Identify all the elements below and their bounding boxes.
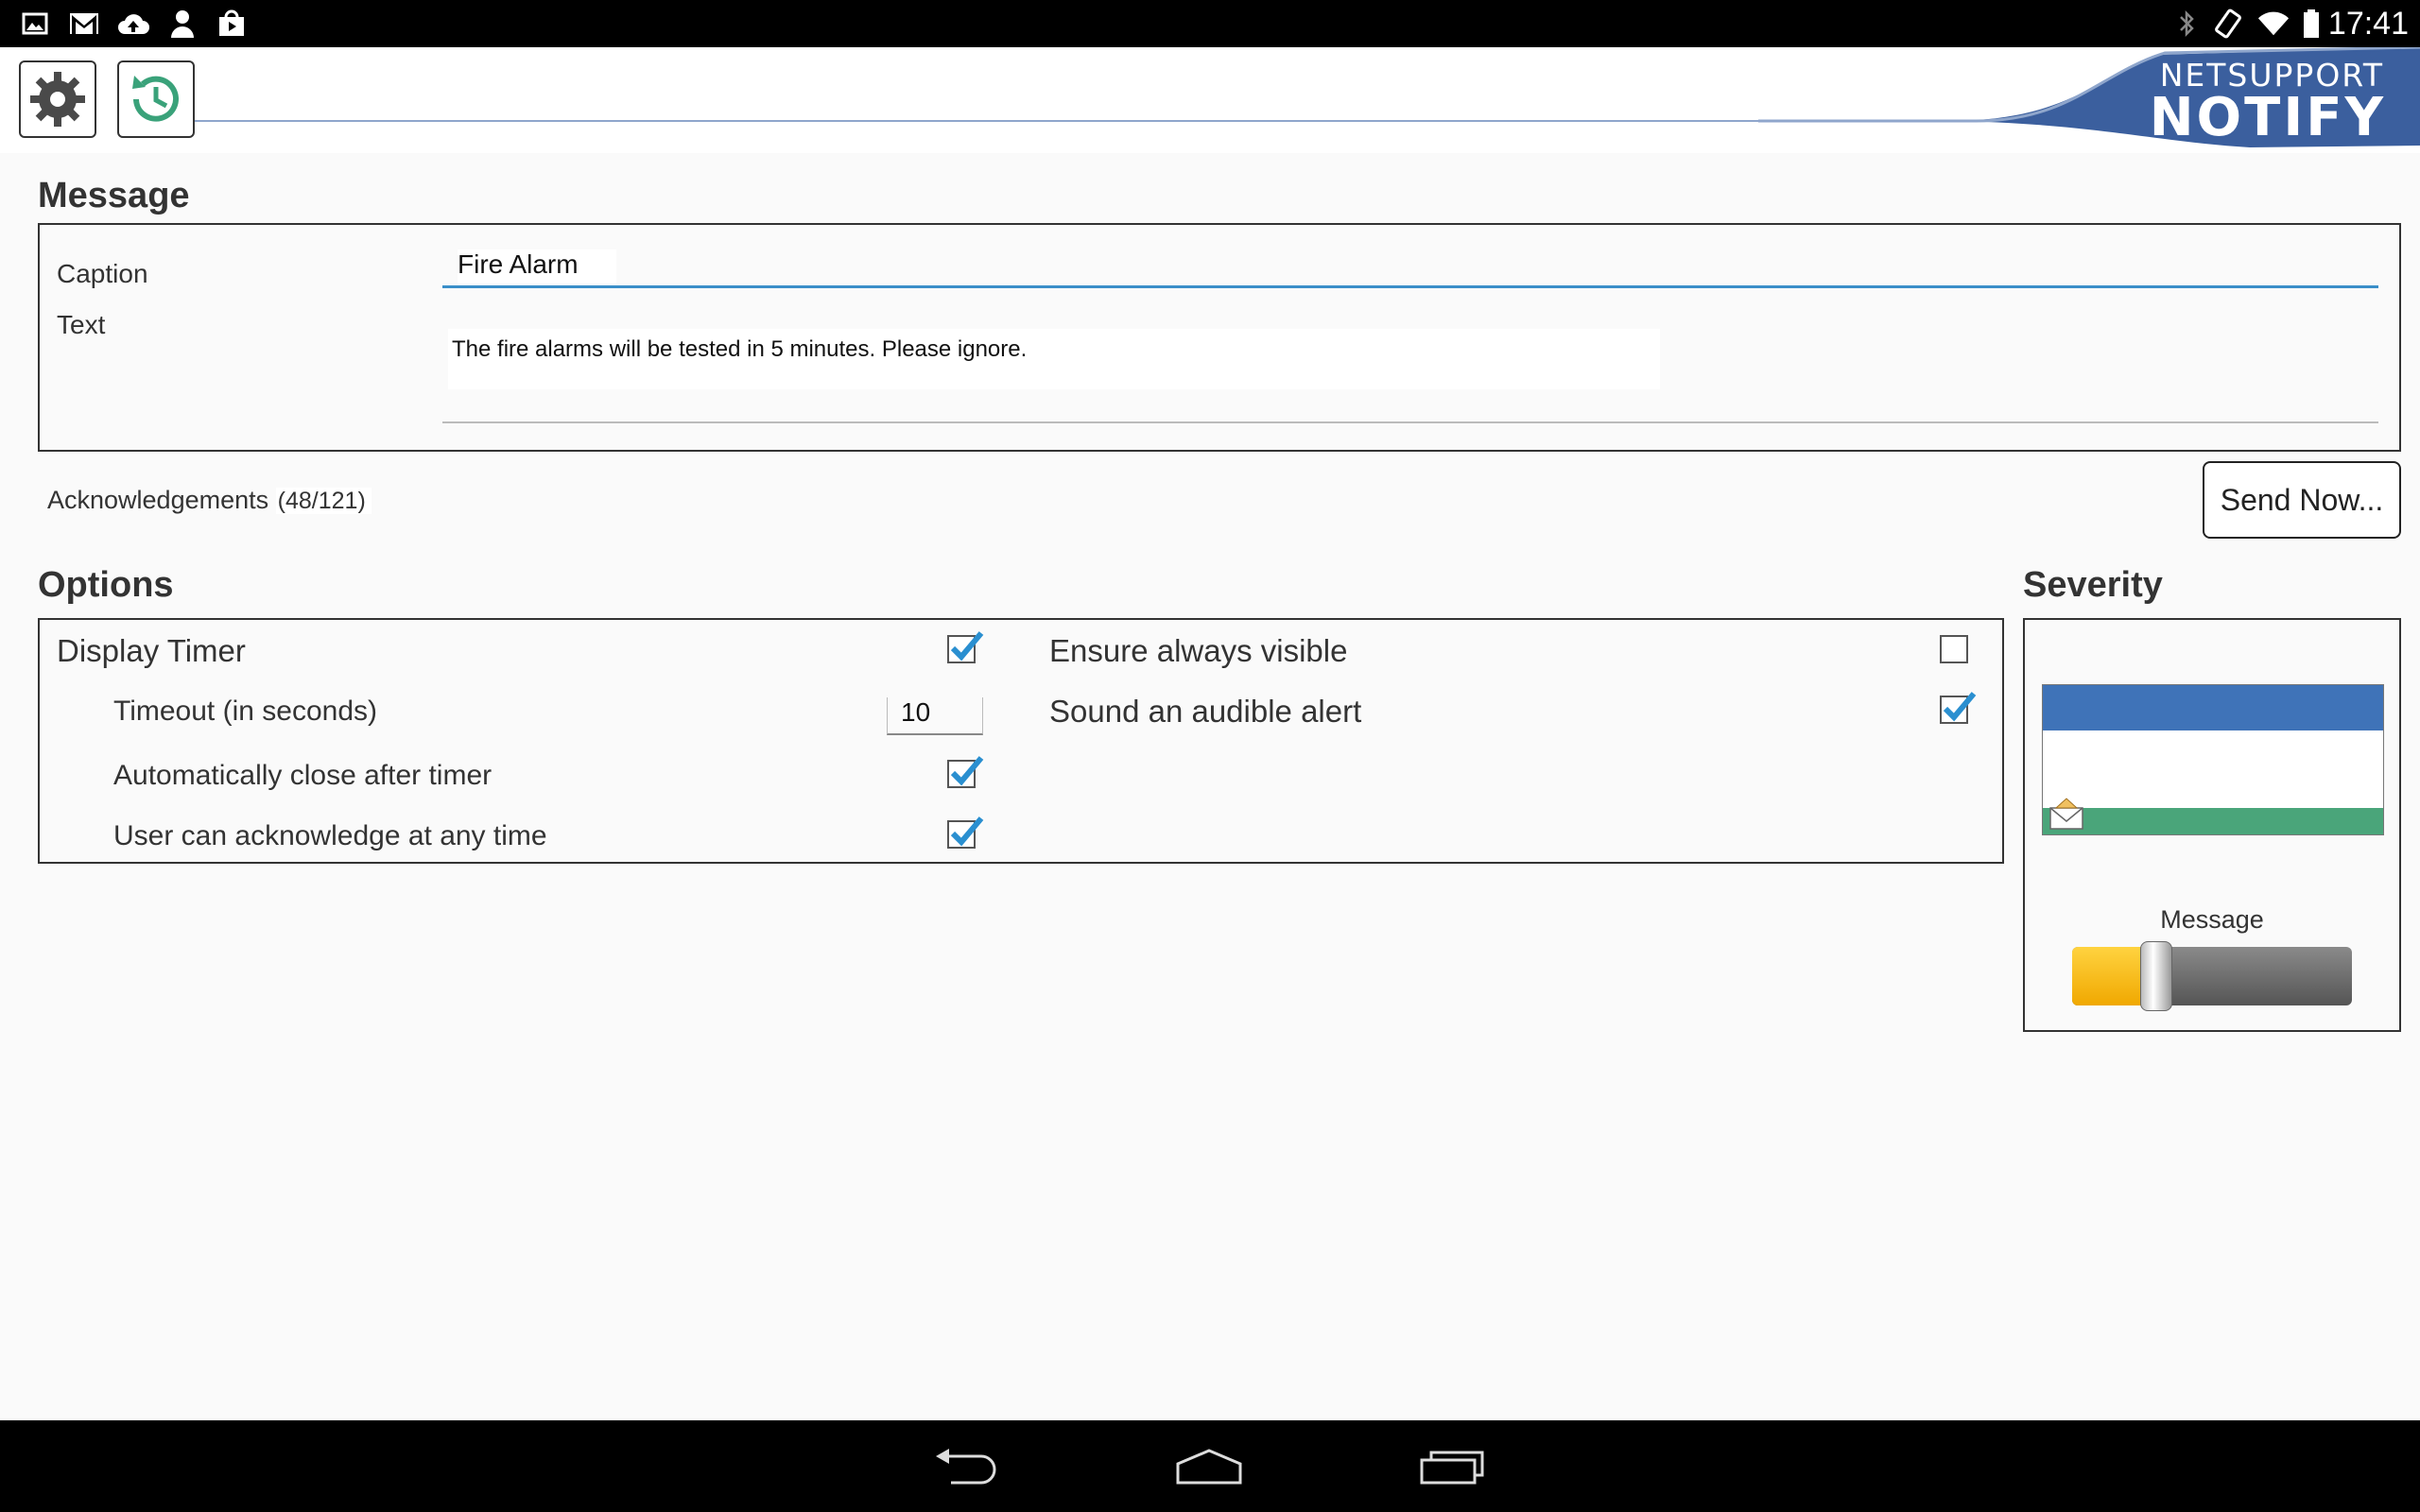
battery-icon <box>2295 8 2327 40</box>
acknowledgements-text: Acknowledgements <box>47 486 269 514</box>
brand-name-bottom: NOTIFY <box>2149 87 2386 148</box>
send-now-button[interactable]: Send Now... <box>2203 461 2401 539</box>
text-field[interactable]: The fire alarms will be tested in 5 minu… <box>442 329 2378 423</box>
gmail-icon <box>68 8 100 40</box>
auto-close-checkbox[interactable] <box>947 756 984 788</box>
acknowledge-anytime-label: User can acknowledge at any time <box>113 820 547 851</box>
navigation-bar <box>0 1420 2420 1512</box>
envelope-icon <box>2049 798 2083 830</box>
severity-level-label: Message <box>2160 905 2264 934</box>
severity-slider-thumb[interactable] <box>2140 941 2172 1011</box>
message-section-title: Message <box>38 176 190 215</box>
acknowledgements-count: (48/121) <box>275 488 372 514</box>
checkmark-icon <box>950 631 984 662</box>
options-section-title: Options <box>38 565 174 605</box>
timeout-input[interactable]: 10 <box>887 697 983 735</box>
severity-slider[interactable] <box>2072 947 2352 1005</box>
audible-alert-checkbox[interactable] <box>1940 692 1977 724</box>
image-icon <box>19 8 51 40</box>
auto-close-label: Automatically close after timer <box>113 760 493 791</box>
text-value: The fire alarms will be tested in 5 minu… <box>452 336 1028 362</box>
audible-alert-label: Sound an audible alert <box>1049 694 1362 729</box>
severity-section-title: Severity <box>2023 565 2163 605</box>
clock: 17:41 <box>2327 6 2409 42</box>
back-icon[interactable] <box>932 1447 998 1485</box>
severity-preview <box>2042 684 2384 835</box>
settings-button[interactable] <box>19 60 96 138</box>
caption-value: Fire Alarm <box>458 249 616 284</box>
checkmark-icon <box>1943 692 1977 722</box>
history-icon <box>132 76 179 122</box>
caption-label: Caption <box>57 259 148 288</box>
rotate-icon <box>2212 8 2244 40</box>
acknowledge-anytime-checkbox[interactable] <box>947 816 984 849</box>
always-visible-label: Ensure always visible <box>1049 633 1348 668</box>
shop-bag-icon <box>216 8 248 40</box>
checkmark-icon <box>950 756 984 786</box>
bluetooth-icon <box>2170 8 2203 40</box>
home-icon[interactable] <box>1174 1447 1244 1485</box>
status-bar: 17:41 <box>0 0 2420 47</box>
person-icon <box>166 8 199 40</box>
text-label: Text <box>57 310 106 339</box>
gear-icon <box>30 72 85 127</box>
severity-panel: Message <box>2023 618 2401 1032</box>
always-visible-checkbox[interactable] <box>1940 635 1968 663</box>
message-panel: Caption Text Fire Alarm The fire alarms … <box>38 223 2401 452</box>
checkmark-icon <box>950 816 984 847</box>
acknowledgements-label: Acknowledgements (48/121) <box>47 486 372 515</box>
preview-footer-bar <box>2043 808 2383 834</box>
preview-title-bar <box>2043 685 2383 730</box>
options-panel: Display Timer Timeout (in seconds) 10 Au… <box>38 618 2004 864</box>
history-button[interactable] <box>117 60 195 138</box>
app-header: NETSUPPORT NOTIFY <box>0 47 2420 153</box>
recents-icon[interactable] <box>1418 1447 1486 1485</box>
display-timer-label: Display Timer <box>57 633 246 668</box>
display-timer-checkbox[interactable] <box>947 631 984 663</box>
wifi-icon <box>2257 8 2290 40</box>
header-divider <box>119 120 1764 122</box>
timeout-label: Timeout (in seconds) <box>113 696 377 727</box>
timeout-value: 10 <box>901 697 931 727</box>
caption-field[interactable]: Fire Alarm <box>442 244 2378 288</box>
cloud-upload-icon <box>117 8 149 40</box>
